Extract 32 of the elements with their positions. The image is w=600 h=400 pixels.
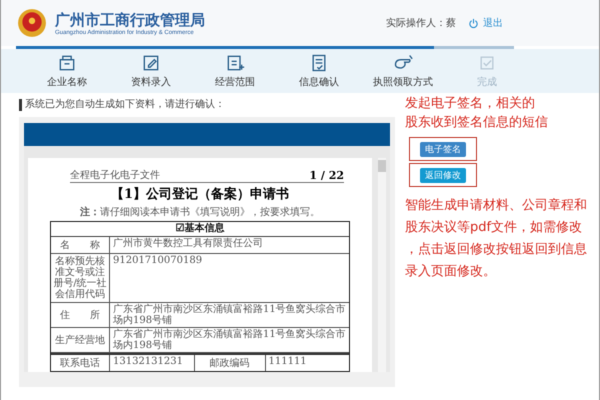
document-header-text: 全程电子化电子文件: [70, 168, 160, 182]
instruction-text: 系统已为您自动生成如下资料，请进行确认：: [19, 99, 395, 111]
action-button[interactable]: 返回修改: [420, 168, 466, 182]
table-cell-text: 广东省广州市南沙区东涌镇富裕路11号鱼窝头综合市场内198号铺: [112, 303, 347, 327]
document-note: 注：请仔细阅读本申请书《填写说明》，按要求填写。: [79, 205, 321, 219]
step-label: 完成: [477, 76, 497, 89]
action-button[interactable]: 电子签名: [420, 142, 466, 156]
scrollbar[interactable]: [378, 158, 386, 372]
step-label: 执照领取方式: [373, 76, 433, 89]
page-number: 1 / 22: [309, 169, 344, 182]
table-cell-text: 广州市黄牛数控工具有限责任公司: [112, 237, 264, 251]
step-label: 信息确认: [299, 76, 339, 89]
step-label: 经营范围: [215, 76, 255, 89]
table-cell-text: 91201710070189: [112, 254, 204, 268]
table-label: 联系电话: [51, 355, 110, 371]
table-label: 名称预先核准文号或注册号/统一社会信用代码: [51, 254, 110, 302]
table-label: 邮政编码: [194, 355, 266, 371]
power-icon[interactable]: [468, 18, 479, 28]
table-cell-text: 111111: [268, 355, 308, 369]
emblem-icon: [17, 8, 47, 38]
table-label: 名 称: [51, 237, 110, 253]
step-label: 资料录入: [131, 76, 171, 89]
step-label: 企业名称: [47, 76, 87, 89]
table-label: 住 所: [51, 303, 110, 327]
table-cell-text: 广东省广州市南沙区东涌镇富裕路11号鱼窝头综合市场内198号铺: [112, 328, 347, 352]
logout-link[interactable]: 退出: [483, 16, 503, 30]
section-heading: ☑基本信息: [51, 222, 349, 237]
operator-label: 实际操作人：蔡: [386, 16, 456, 30]
site-title: 广州市工商行政管理局: [55, 10, 206, 30]
table-cell: 13132131231: [110, 355, 194, 371]
document-title: 【1】公司登记（备案）申请书: [110, 186, 290, 203]
table-label: 生产经营地: [51, 328, 110, 352]
